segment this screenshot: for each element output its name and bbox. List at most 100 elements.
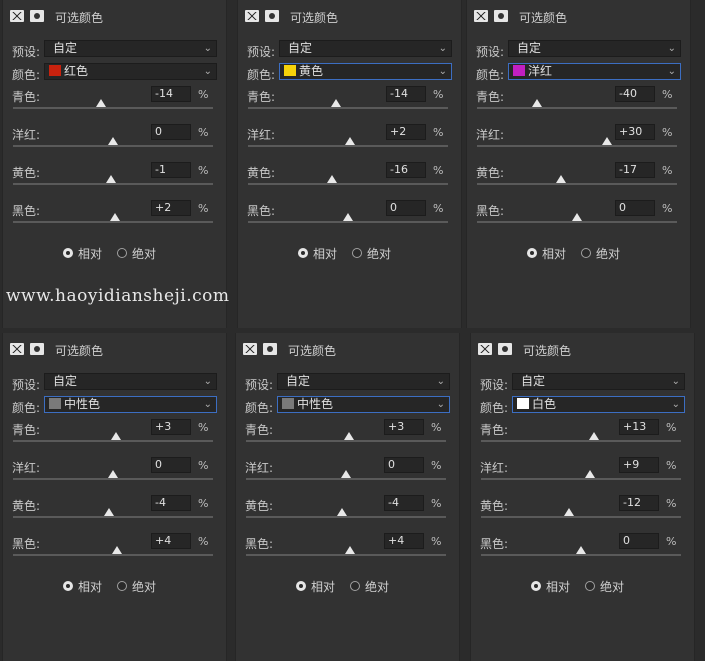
absolute-radio[interactable] [117,248,127,258]
slider-thumb[interactable] [108,137,118,145]
slider-thumb[interactable] [344,432,354,440]
slider-value-field[interactable]: +3 [151,419,191,435]
absolute-radio[interactable] [117,581,127,591]
slider-value-field[interactable]: -14 [151,86,191,102]
slider-thumb[interactable] [564,508,574,516]
slider-value-field[interactable]: -16 [386,162,426,178]
preset-dropdown[interactable]: 自定 ⌄ [44,373,217,390]
slider-track[interactable] [477,183,677,185]
layer-mask-icon[interactable] [10,343,24,355]
slider-track[interactable] [477,107,677,109]
slider-track[interactable] [248,183,448,185]
slider-value-field[interactable]: -4 [151,495,191,511]
adjustment-circle-icon[interactable] [498,343,512,355]
slider-value-field[interactable]: +2 [151,200,191,216]
slider-thumb[interactable] [576,546,586,554]
slider-track[interactable] [246,516,446,518]
color-dropdown[interactable]: 黄色 ⌄ [279,63,452,80]
color-dropdown[interactable]: 中性色 ⌄ [44,396,217,413]
slider-track[interactable] [248,145,448,147]
adjustment-circle-icon[interactable] [263,343,277,355]
slider-thumb[interactable] [341,470,351,478]
color-dropdown[interactable]: 中性色 ⌄ [277,396,450,413]
slider-value-field[interactable]: -17 [615,162,655,178]
slider-value-field[interactable]: +3 [384,419,424,435]
color-dropdown[interactable]: 红色 ⌄ [44,63,217,80]
slider-track[interactable] [13,516,213,518]
layer-mask-icon[interactable] [245,10,259,22]
layer-mask-icon[interactable] [474,10,488,22]
preset-dropdown[interactable]: 自定 ⌄ [279,40,452,57]
slider-value-field[interactable]: +4 [151,533,191,549]
slider-value-field[interactable]: -12 [619,495,659,511]
adjustment-circle-icon[interactable] [30,10,44,22]
relative-radio[interactable] [298,248,308,258]
relative-radio[interactable] [531,581,541,591]
slider-track[interactable] [13,183,213,185]
slider-thumb[interactable] [345,137,355,145]
slider-thumb[interactable] [110,213,120,221]
slider-thumb[interactable] [112,546,122,554]
slider-track[interactable] [246,478,446,480]
slider-track[interactable] [477,145,677,147]
relative-radio[interactable] [63,581,73,591]
slider-thumb[interactable] [345,546,355,554]
adjustment-circle-icon[interactable] [30,343,44,355]
slider-thumb[interactable] [331,99,341,107]
slider-thumb[interactable] [106,175,116,183]
layer-mask-icon[interactable] [478,343,492,355]
slider-track[interactable] [481,516,681,518]
preset-dropdown[interactable]: 自定 ⌄ [44,40,217,57]
slider-track[interactable] [13,478,213,480]
slider-track[interactable] [248,107,448,109]
absolute-radio[interactable] [350,581,360,591]
slider-track[interactable] [13,554,213,556]
preset-dropdown[interactable]: 自定 ⌄ [512,373,685,390]
slider-value-field[interactable]: +9 [619,457,659,473]
slider-track[interactable] [248,221,448,223]
preset-dropdown[interactable]: 自定 ⌄ [277,373,450,390]
slider-value-field[interactable]: 0 [151,124,191,140]
slider-thumb[interactable] [556,175,566,183]
slider-value-field[interactable]: -40 [615,86,655,102]
slider-track[interactable] [13,440,213,442]
slider-value-field[interactable]: +13 [619,419,659,435]
slider-track[interactable] [481,554,681,556]
slider-track[interactable] [481,440,681,442]
slider-thumb[interactable] [585,470,595,478]
slider-thumb[interactable] [104,508,114,516]
absolute-radio[interactable] [585,581,595,591]
slider-value-field[interactable]: +2 [386,124,426,140]
slider-thumb[interactable] [111,432,121,440]
slider-track[interactable] [246,440,446,442]
adjustment-circle-icon[interactable] [494,10,508,22]
slider-thumb[interactable] [572,213,582,221]
layer-mask-icon[interactable] [243,343,257,355]
slider-value-field[interactable]: 0 [151,457,191,473]
slider-thumb[interactable] [589,432,599,440]
slider-track[interactable] [13,107,213,109]
preset-dropdown[interactable]: 自定 ⌄ [508,40,681,57]
slider-track[interactable] [477,221,677,223]
absolute-radio[interactable] [581,248,591,258]
slider-value-field[interactable]: +4 [384,533,424,549]
slider-value-field[interactable]: 0 [615,200,655,216]
slider-thumb[interactable] [532,99,542,107]
slider-value-field[interactable]: 0 [384,457,424,473]
slider-thumb[interactable] [108,470,118,478]
slider-track[interactable] [481,478,681,480]
relative-radio[interactable] [296,581,306,591]
slider-thumb[interactable] [343,213,353,221]
slider-track[interactable] [13,145,213,147]
slider-value-field[interactable]: 0 [386,200,426,216]
adjustment-circle-icon[interactable] [265,10,279,22]
slider-value-field[interactable]: -4 [384,495,424,511]
absolute-radio[interactable] [352,248,362,258]
color-dropdown[interactable]: 洋红 ⌄ [508,63,681,80]
slider-value-field[interactable]: -1 [151,162,191,178]
slider-thumb[interactable] [96,99,106,107]
slider-thumb[interactable] [327,175,337,183]
slider-thumb[interactable] [337,508,347,516]
slider-value-field[interactable]: -14 [386,86,426,102]
color-dropdown[interactable]: 白色 ⌄ [512,396,685,413]
